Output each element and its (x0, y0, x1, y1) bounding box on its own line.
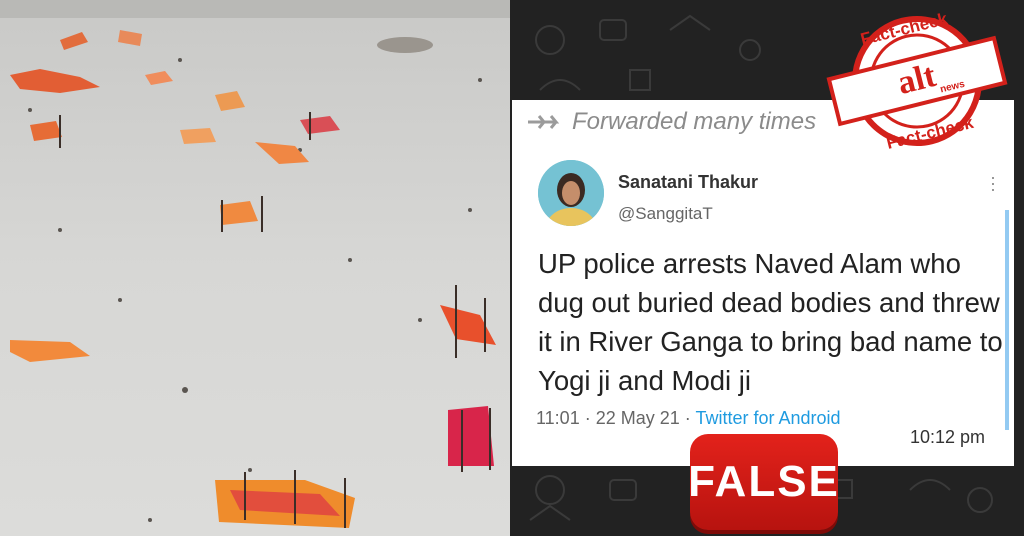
fact-check-graphic: Forwarded many times Sanatani Thakur @Sa… (0, 0, 1024, 536)
author-handle: @SanggitaT (618, 204, 713, 223)
riverbank-photo (0, 0, 510, 536)
scrollbar (1005, 210, 1009, 430)
fact-check-stamp: Fact-check Fact-check alt news (822, 6, 1012, 156)
author-name: Sanatani Thakur (618, 172, 759, 192)
false-verdict-badge: FALSE (688, 434, 840, 530)
avatar (538, 160, 604, 226)
verdict-label: FALSE (688, 457, 840, 506)
tweet-timestamp: 11:01 · 22 May 21 · (536, 408, 696, 428)
more-options-icon: · · · (990, 167, 996, 199)
tweet-meta: 11:01 · 22 May 21 · Twitter for Android (536, 408, 841, 429)
message-time: 10:12 pm (910, 427, 986, 447)
forward-arrow-icon (528, 115, 560, 129)
tweet-screenshot: Sanatani Thakur @SanggitaT · · · UP police… (522, 152, 1012, 428)
forwarded-label: Forwarded many times (572, 108, 817, 135)
tweet-text: UP police arrests Naved Alam who dug out… (538, 248, 1003, 396)
tweet-source: Twitter for Android (695, 408, 841, 428)
forwarded-indicator: Forwarded many times (526, 108, 816, 136)
